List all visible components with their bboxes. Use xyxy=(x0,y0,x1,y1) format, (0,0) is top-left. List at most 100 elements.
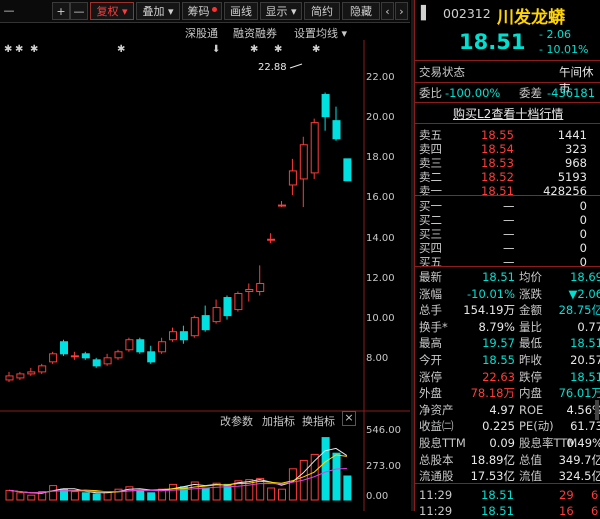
stat-row: 最新 18.51 均价 18.69 xyxy=(419,269,600,285)
tick-time: 11:29 xyxy=(419,488,453,502)
stat-value: 18.55 xyxy=(482,353,515,367)
stat-value: ▼2.06 xyxy=(568,286,600,301)
volume-bar xyxy=(5,489,14,501)
stat-label: 总股本 xyxy=(419,452,454,467)
prev-arrow-button[interactable]: ‹ xyxy=(381,2,394,20)
tick-extra: 6 xyxy=(591,488,599,502)
candle-body xyxy=(343,158,352,182)
stat-label: ROE xyxy=(519,402,544,417)
hide-button[interactable]: 隐藏 xyxy=(342,2,380,20)
bid-level-label: 买三 xyxy=(419,227,442,241)
stat-value: 0.77 xyxy=(577,319,600,334)
stat-label: 今开 xyxy=(419,353,442,367)
panel-scrollbar[interactable] xyxy=(595,400,599,420)
display-button[interactable]: 显示 ▾ xyxy=(260,2,302,20)
candle-body xyxy=(288,170,297,186)
adjust-button[interactable]: 复权 ▾ xyxy=(90,2,134,20)
candle-body xyxy=(310,122,319,174)
price-change-pct: - 10.01% xyxy=(539,43,589,56)
stat-label: 总手 xyxy=(419,303,442,318)
volume-bar xyxy=(92,493,101,501)
ask-row: 卖一 18.51 428256 xyxy=(419,183,600,199)
volume-bar xyxy=(16,492,25,501)
candle-body xyxy=(201,315,210,331)
stock-name: 川发龙蟒 xyxy=(497,8,565,28)
volume-bar xyxy=(267,487,276,501)
stat-value: 18.51 xyxy=(482,270,515,284)
draw-line-button[interactable]: 画线 xyxy=(224,2,258,20)
candle-body xyxy=(158,341,167,353)
simple-button[interactable]: 简约 xyxy=(304,2,340,20)
candle-body xyxy=(103,357,112,365)
volume-bar xyxy=(27,494,36,501)
stat-value: 18.51 xyxy=(570,336,600,351)
candle-body xyxy=(49,353,58,363)
y-axis-label: 20.00 xyxy=(366,112,395,123)
change-params-button[interactable]: 改参数 xyxy=(220,413,253,429)
stat-value: 18.69 xyxy=(570,270,600,284)
next-arrow-button[interactable]: › xyxy=(395,2,408,20)
candle-body xyxy=(16,373,25,379)
kline-chart[interactable]: 深股通 融资融券 设置均线 ▾ ✱ ✱ ✱ ✱ ⬇ ✱ ✱ ✱ 22.88 22… xyxy=(0,22,410,511)
stat-label: 量比 xyxy=(519,319,542,334)
stat-row: 今开 18.55 昨收 20.57 xyxy=(419,352,600,368)
bid-level-label: 买四 xyxy=(419,241,442,255)
y-axis-label: 16.00 xyxy=(366,192,395,203)
close-subchart-icon[interactable]: × xyxy=(342,411,356,426)
volume-bar xyxy=(343,475,352,501)
menu-icon[interactable]: ▌ xyxy=(421,6,431,21)
zoom-out-button[interactable]: — xyxy=(70,2,88,20)
event-marker: ✱ xyxy=(117,44,125,55)
stat-label: 最新 xyxy=(419,270,442,284)
volume-bar xyxy=(70,491,79,501)
stat-value: -10.01% xyxy=(467,286,515,301)
stat-value: 18.89亿 xyxy=(470,452,515,467)
stat-label: 内盘 xyxy=(519,386,542,401)
volume-bar xyxy=(136,489,145,501)
candle-body xyxy=(27,371,36,375)
switch-indicator-button[interactable]: 换指标 xyxy=(302,413,335,429)
bid-price: — xyxy=(503,255,515,269)
weicha-value: -436181 xyxy=(547,86,596,100)
chips-button[interactable]: 筹码 xyxy=(182,2,222,20)
stat-value: 324.5亿 xyxy=(558,469,600,484)
stat-label: 最高 xyxy=(419,336,442,351)
quote-panel: ▌ 002312 川发龙蟒 18.51 - 2.06 - 10.01% 交易状态… xyxy=(414,0,600,518)
stat-label: 流通股 xyxy=(419,469,454,484)
zoom-in-button[interactable]: + xyxy=(52,2,70,20)
stat-value: 17.53亿 xyxy=(470,469,515,484)
stat-value: 154.19万 xyxy=(463,303,515,318)
high-marker-line xyxy=(289,63,303,69)
current-price: 18.51 xyxy=(459,30,526,54)
stock-code: 002312 xyxy=(443,6,491,21)
stat-label: 涨跌 xyxy=(519,286,542,301)
y-axis-label: 18.00 xyxy=(366,152,395,163)
add-indicator-button[interactable]: 加指标 xyxy=(262,413,295,429)
vol-axis-label: 0.00 xyxy=(366,491,389,502)
candle-body xyxy=(60,341,68,355)
y-axis-label: 22.00 xyxy=(366,72,395,83)
candle-body xyxy=(190,317,199,337)
event-marker: ✱ xyxy=(15,44,23,55)
stat-row: 涨停 22.63 跌停 18.51 xyxy=(419,369,600,385)
stat-label: 收益㈡ xyxy=(419,419,454,434)
volume-bar xyxy=(81,492,90,501)
stat-row: 总股本 18.89亿 总值 349.7亿 xyxy=(419,452,600,468)
stat-label: 昨收 xyxy=(519,353,542,367)
chips-label: 筹码 xyxy=(187,5,210,18)
stat-label: 净资产 xyxy=(419,402,454,417)
weibi-label: 委比 xyxy=(419,86,442,100)
stat-label: 均价 xyxy=(519,270,542,284)
overlay-button[interactable]: 叠加 ▾ xyxy=(136,2,180,20)
l2-purchase-link[interactable]: 购买L2查看十档行情 xyxy=(453,105,563,122)
volume-bar xyxy=(201,487,210,501)
bid-level-label: 买二 xyxy=(419,213,442,227)
stat-value: 28.75亿 xyxy=(558,303,600,318)
candle-body xyxy=(212,307,221,323)
event-marker: ✱ xyxy=(250,44,258,55)
candle-body xyxy=(332,120,341,140)
stat-value: 0.09 xyxy=(489,436,515,450)
y-axis-label: 8.00 xyxy=(366,353,389,364)
tick-volume: 16 xyxy=(559,504,574,518)
stat-row: 涨幅 -10.01% 涨跌 ▼2.06 xyxy=(419,286,600,302)
